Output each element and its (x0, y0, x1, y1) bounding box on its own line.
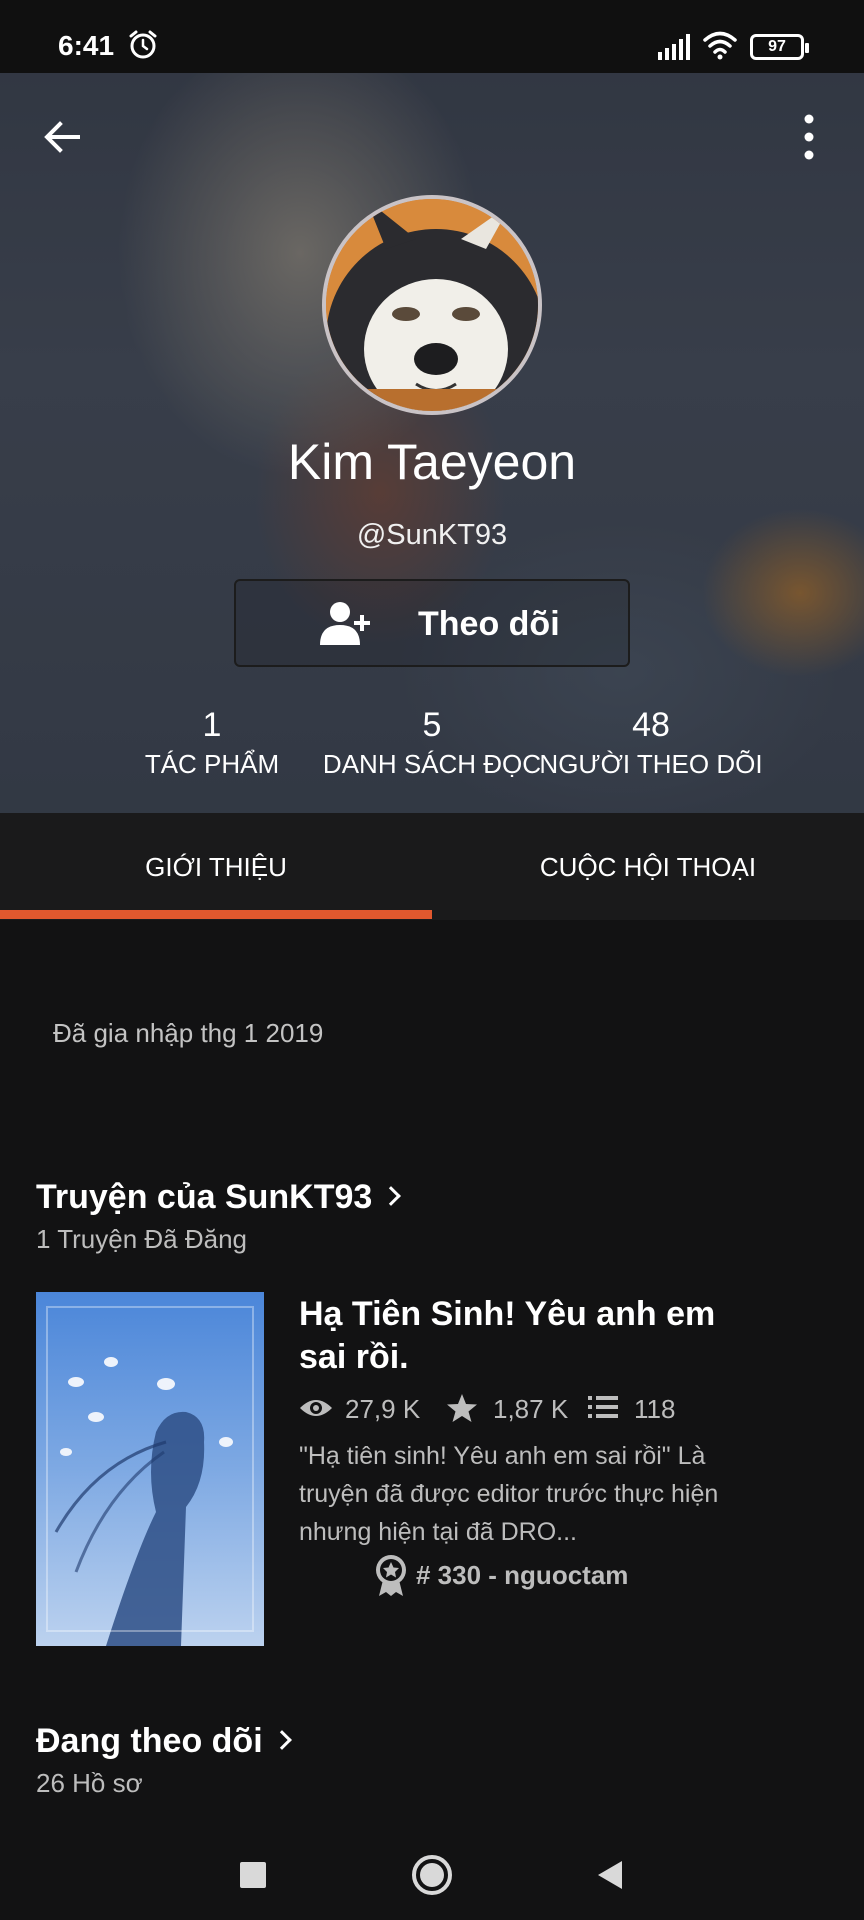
following-count: 26 Hồ sơ (36, 1768, 143, 1798)
recents-icon[interactable] (228, 1850, 278, 1900)
following-section-title: Đang theo dõi (36, 1722, 263, 1760)
active-tab-indicator (0, 910, 432, 919)
story-rank-text: # 330 - nguoctam (416, 1560, 629, 1590)
tab-conversations[interactable]: CUỘC HỘI THOẠI (432, 813, 864, 920)
stories-section-title: Truyện của SunKT93 (36, 1178, 373, 1216)
story-parts-value: 118 (634, 1394, 676, 1424)
stat-works-value: 1 (202, 706, 222, 744)
chevron-right-icon (381, 1186, 402, 1206)
story-reads-value: 27,9 K (345, 1394, 421, 1424)
following-section-header[interactable]: Đang theo dõi (36, 1722, 292, 1761)
story-description: "Hạ tiên sinh! Yêu anh em sai rồi" Là tr… (299, 1442, 719, 1546)
stat-works[interactable]: 1 TÁC PHẨM (97, 705, 327, 781)
list-icon (588, 1396, 618, 1418)
home-icon[interactable] (407, 1850, 457, 1900)
joined-date: Đã gia nhập thg 1 2019 (53, 1018, 324, 1048)
stories-count: 1 Truyện Đã Đăng (36, 1224, 248, 1254)
signal-icon (658, 34, 690, 60)
star-icon (447, 1394, 477, 1422)
follow-button-label: Theo dõi (418, 605, 560, 643)
stat-followers[interactable]: 48 NGƯỜI THEO DÕI (536, 705, 766, 781)
story-cover[interactable] (36, 1292, 264, 1646)
chevron-right-icon (271, 1730, 292, 1750)
story-votes: 1,87 K (447, 1390, 577, 1428)
alarm-icon (129, 30, 157, 59)
status-bar: 6:41 97 (0, 0, 864, 73)
back-nav-icon[interactable] (586, 1850, 636, 1900)
avatar-dog-image (326, 199, 538, 411)
stories-section-header[interactable]: Truyện của SunKT93 (36, 1178, 402, 1217)
stat-reading-lists[interactable]: 5 DANH SÁCH ĐỌC (317, 705, 547, 781)
story-title[interactable]: Hạ Tiên Sinh! Yêu anh em sai rồi. (299, 1293, 729, 1379)
avatar[interactable] (322, 195, 542, 415)
wifi-icon (703, 31, 737, 60)
stat-reading-lists-value: 5 (422, 706, 442, 744)
stat-works-label: TÁC PHẨM (144, 749, 280, 779)
stat-followers-label: NGƯỜI THEO DÕI (539, 749, 763, 779)
battery-level: 97 (768, 38, 786, 55)
add-person-icon (320, 602, 370, 645)
back-arrow-icon[interactable] (38, 113, 86, 161)
story-reads: 27,9 K (299, 1390, 439, 1428)
stat-reading-lists-label: DANH SÁCH ĐỌC (322, 749, 542, 779)
story-parts: 118 (588, 1390, 678, 1428)
system-navigation-bar (0, 1830, 864, 1920)
rank-badge-icon (376, 1555, 406, 1596)
status-time: 6:41 (58, 30, 115, 61)
eye-icon (300, 1400, 332, 1416)
profile-tabs: GIỚI THIỆU CUỘC HỘI THOẠI (0, 813, 864, 920)
tab-about[interactable]: GIỚI THIỆU (0, 813, 432, 920)
story-votes-value: 1,87 K (493, 1394, 569, 1424)
battery-icon: 97 (750, 34, 809, 60)
profile-header: Kim Taeyeon @SunKT93 Theo dõi 1 TÁC PHẨM… (0, 73, 864, 813)
story-cover-frame (46, 1306, 254, 1632)
follow-button[interactable]: Theo dõi (234, 579, 630, 667)
stat-followers-value: 48 (632, 706, 670, 744)
profile-handle: @SunKT93 (356, 519, 508, 551)
more-vert-icon[interactable] (794, 111, 824, 163)
profile-name: Kim Taeyeon (287, 434, 577, 490)
